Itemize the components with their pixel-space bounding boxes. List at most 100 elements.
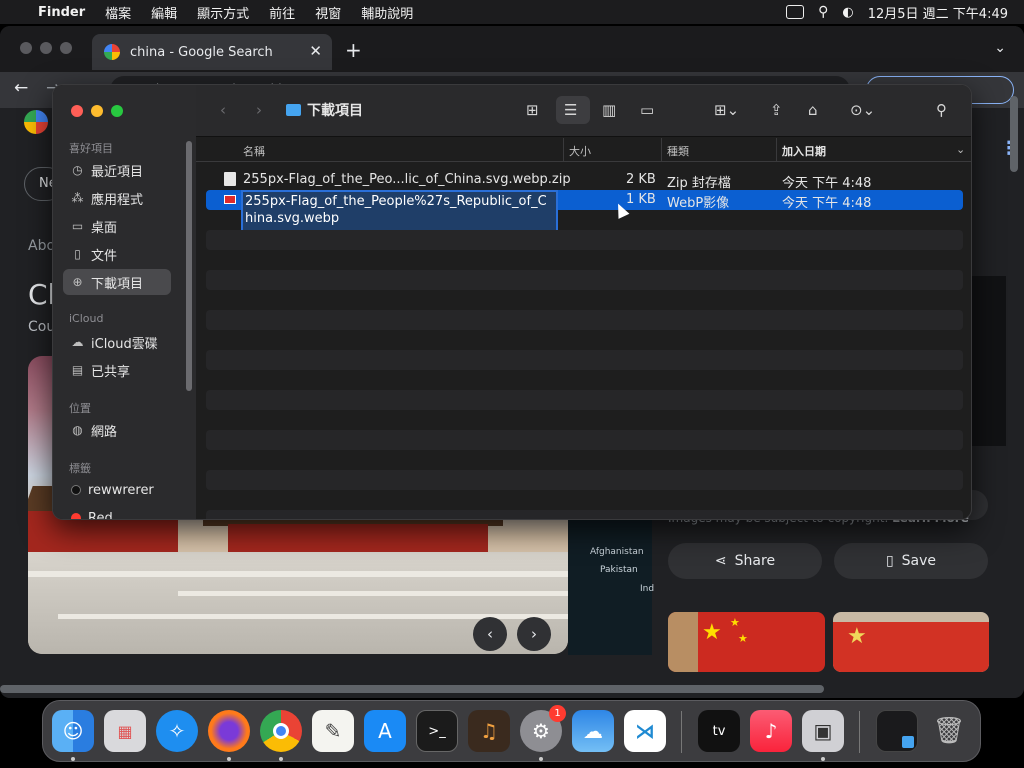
minimize-window-icon[interactable] — [91, 105, 103, 117]
sidebar-item-shared[interactable]: ▤ 已共享 — [63, 357, 171, 383]
dock-safari-icon[interactable]: ✧ — [156, 710, 198, 752]
finder-toolbar: ‹ › 下載項目 ⊞ ☰ ▥ ▭ ⊞⌄ ⇪ ⌂ ⊙⌄ ⚲ — [196, 85, 971, 137]
dock-finder-icon[interactable]: ☺ — [52, 710, 94, 752]
about-label: Abo — [28, 238, 56, 254]
back-icon[interactable]: ‹ — [220, 101, 226, 119]
dock-app-store-icon[interactable]: A — [364, 710, 406, 752]
sidebar-header-tags: 標籤 — [69, 462, 91, 475]
empty-row — [206, 470, 963, 490]
menu-help[interactable]: 輔助說明 — [361, 3, 413, 22]
gallery-view-icon[interactable]: ▭ — [640, 101, 654, 119]
file-row[interactable]: 255px-Flag_of_the_Peo...lic_of_China.svg… — [206, 170, 963, 191]
related-image-thumbnail[interactable]: ★ — [833, 612, 989, 672]
menu-app-name[interactable]: Finder — [38, 5, 85, 20]
previous-image-button[interactable]: ‹ — [473, 617, 507, 651]
menu-go[interactable]: 前往 — [269, 3, 295, 22]
menubar-clock[interactable]: 12月5日 週二 下午4:49 — [868, 3, 1008, 22]
sidebar-item-icloud-drive[interactable]: ☁ iCloud雲碟 — [63, 329, 171, 355]
file-kind: Zip 封存檔 — [667, 176, 731, 191]
column-view-icon[interactable]: ▥ — [602, 101, 616, 119]
dock-divider — [859, 711, 860, 753]
cloud-icon: ☁ — [71, 334, 84, 349]
sidebar-scrollbar[interactable] — [186, 141, 192, 391]
dock-launchpad-icon[interactable]: ▦ — [104, 710, 146, 752]
dock-firefox-icon[interactable] — [208, 710, 250, 752]
shared-folder-icon: ▤ — [71, 362, 84, 377]
tag-icon[interactable]: ⌂ — [808, 101, 818, 119]
menu-edit[interactable]: 編輯 — [151, 3, 177, 22]
running-indicator — [227, 757, 231, 761]
page-scrollbar[interactable] — [1010, 96, 1018, 172]
sort-chevron-icon[interactable]: ⌄ — [956, 143, 965, 156]
map-label: Afghanistan — [590, 547, 644, 557]
map-label: Ind — [640, 584, 655, 594]
horizontal-scrollbar[interactable] — [0, 685, 824, 693]
icon-view-icon[interactable]: ⊞ — [526, 101, 539, 119]
sidebar-item-label: 網路 — [91, 424, 118, 440]
close-window-icon[interactable] — [20, 42, 32, 54]
share-icon[interactable]: ⇪ — [770, 101, 783, 119]
zip-file-icon — [224, 172, 236, 186]
dock-divider — [681, 711, 682, 753]
globe-icon: ◍ — [72, 422, 83, 437]
sidebar-item-label: 下載項目 — [91, 276, 144, 292]
menu-file[interactable]: 檔案 — [105, 3, 131, 22]
close-tab-icon[interactable]: ✕ — [309, 42, 322, 60]
column-date-added[interactable]: 加入日期 — [782, 143, 826, 159]
save-button[interactable]: ▯ Save — [834, 543, 988, 579]
column-name[interactable]: 名稱 — [243, 143, 265, 159]
dock-downloads-stack-icon[interactable] — [876, 710, 918, 752]
more-actions-icon[interactable]: ⊙⌄ — [850, 101, 875, 119]
sidebar-item-documents[interactable]: ▯ 文件 — [63, 241, 171, 267]
control-center-icon[interactable]: ◐ — [842, 5, 853, 20]
menu-view[interactable]: 顯示方式 — [197, 3, 249, 22]
sidebar-item-applications[interactable]: ⁂ 應用程式 — [63, 185, 171, 211]
dock-garageband-icon[interactable]: ♫ — [468, 710, 510, 752]
menu-window[interactable]: 視窗 — [315, 3, 341, 22]
column-kind[interactable]: 種類 — [667, 143, 689, 159]
sidebar-tag-rewwrerer[interactable]: rewwrerer — [63, 477, 171, 503]
dock-weather-icon[interactable]: ☁ — [572, 710, 614, 752]
empty-row — [206, 270, 963, 290]
window-title: 下載項目 — [286, 100, 363, 120]
dock-music-icon[interactable]: ♪ — [750, 710, 792, 752]
related-image-thumbnail[interactable]: ★ ★ ★ — [668, 612, 825, 672]
zoom-window-icon[interactable] — [60, 42, 72, 54]
next-image-button[interactable]: › — [517, 617, 551, 651]
forward-icon[interactable]: › — [256, 101, 262, 119]
browser-tab[interactable]: china - Google Search ✕ — [92, 34, 332, 70]
running-indicator — [71, 757, 75, 761]
sidebar-item-network[interactable]: ◍ 網路 — [63, 417, 171, 443]
tag-color-dot-icon — [71, 485, 81, 495]
dock-terminal-icon[interactable]: >_ — [416, 710, 458, 752]
sidebar-item-downloads[interactable]: ⊕ 下載項目 — [63, 269, 171, 295]
running-indicator — [539, 757, 543, 761]
screen-mirroring-icon[interactable] — [786, 5, 805, 19]
sidebar-item-label: rewwrerer — [88, 482, 154, 498]
sidebar-tag-red[interactable]: Red — [63, 505, 171, 519]
dock-textedit-icon[interactable]: ✎ — [312, 710, 354, 752]
webp-image-icon — [224, 195, 236, 204]
dock-vscode-icon[interactable]: ⋊ — [624, 710, 666, 752]
dock-apple-tv-icon[interactable]: tv — [698, 710, 740, 752]
back-icon[interactable]: ← — [14, 78, 28, 98]
column-size[interactable]: 大小 — [569, 143, 591, 159]
group-by-icon[interactable]: ⊞⌄ — [714, 101, 739, 119]
sidebar-item-label: iCloud雲碟 — [91, 336, 158, 352]
google-logo-icon[interactable] — [24, 110, 48, 134]
dock-preview-icon[interactable]: ▣ — [802, 710, 844, 752]
file-size: 2 KB — [626, 172, 656, 187]
empty-row — [206, 390, 963, 410]
tab-search-chevron-icon[interactable]: ⌄ — [994, 40, 1006, 56]
dock-trash-icon[interactable]: 🗑 — [928, 710, 970, 752]
spotlight-icon[interactable]: ⚲ — [818, 4, 828, 20]
new-tab-icon[interactable]: + — [345, 38, 362, 62]
share-button[interactable]: ⋖ Share — [668, 543, 822, 579]
zoom-window-icon[interactable] — [111, 105, 123, 117]
minimize-window-icon[interactable] — [40, 42, 52, 54]
sidebar-item-desktop[interactable]: ▭ 桌面 — [63, 213, 171, 239]
sidebar-item-recents[interactable]: ◷ 最近項目 — [63, 157, 171, 183]
dock-chrome-icon[interactable] — [260, 710, 302, 752]
close-window-icon[interactable] — [71, 105, 83, 117]
search-icon[interactable]: ⚲ — [936, 101, 947, 119]
